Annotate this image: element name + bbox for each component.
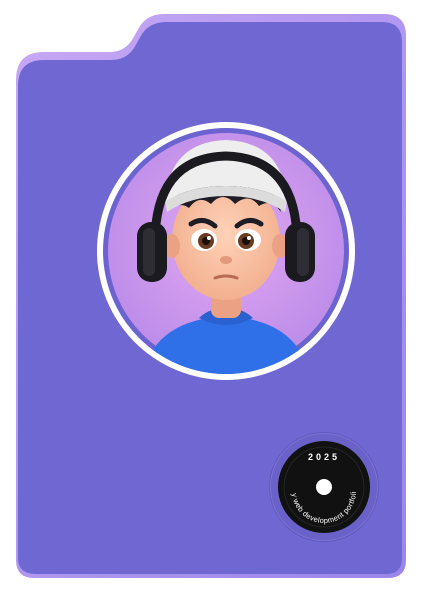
- avatar: [97, 122, 355, 380]
- badge-year: 2025: [308, 452, 340, 462]
- vinyl-badge-icon: 2025 my web development portfolio: [270, 433, 370, 533]
- vinyl-badge: 2025 my web development portfolio: [270, 433, 378, 541]
- avatar-illustration: [108, 133, 344, 374]
- portfolio-folder-card: 2025 my web development portfolio: [0, 0, 422, 591]
